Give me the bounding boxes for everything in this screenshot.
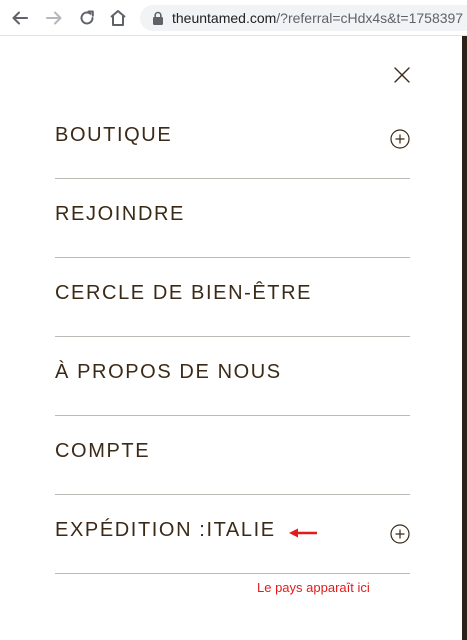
reload-button[interactable]	[76, 7, 98, 29]
lock-icon	[153, 11, 163, 25]
menu-item-compte[interactable]: COMPTE	[55, 416, 410, 495]
plus-circle-icon[interactable]	[390, 524, 410, 544]
menu-item-expedition[interactable]: EXPÉDITION :ITALIE	[55, 495, 410, 574]
url-text: theuntamed.com/?referral=cHdx4s&t=175839…	[172, 10, 463, 26]
home-button[interactable]	[107, 7, 129, 29]
background-page-edge	[462, 36, 467, 640]
menu-item-label: EXPÉDITION :ITALIE	[55, 519, 276, 541]
menu-item-label: CERCLE DE BIEN-ÊTRE	[55, 282, 313, 304]
menu-item-boutique[interactable]: BOUTIQUE	[55, 100, 410, 179]
menu-item-label: BOUTIQUE	[55, 124, 173, 146]
url-path: /?referral=cHdx4s&t=1758397	[276, 10, 464, 26]
close-menu-button[interactable]	[392, 65, 412, 85]
reload-icon	[80, 10, 94, 25]
red-arrow-icon	[289, 528, 317, 538]
close-icon	[394, 67, 410, 83]
menu-item-label: REJOINDRE	[55, 203, 185, 225]
arrow-left-icon	[12, 11, 28, 25]
address-bar[interactable]: theuntamed.com/?referral=cHdx4s&t=175839…	[140, 5, 467, 31]
browser-toolbar: theuntamed.com/?referral=cHdx4s&t=175839…	[0, 0, 467, 36]
forward-button[interactable]	[43, 7, 65, 29]
menu-item-rejoindre[interactable]: REJOINDRE	[55, 179, 410, 258]
home-icon	[110, 10, 126, 26]
menu-item-cercle-de-bien-etre[interactable]: CERCLE DE BIEN-ÊTRE	[55, 258, 410, 337]
menu-item-label: À PROPOS DE NOUS	[55, 361, 282, 383]
url-domain: theuntamed.com	[172, 10, 277, 26]
annotation-note: Le pays apparaît ici	[257, 580, 370, 595]
plus-circle-icon[interactable]	[390, 129, 410, 149]
back-button[interactable]	[9, 7, 31, 29]
arrow-right-icon	[46, 11, 62, 25]
menu-item-label: COMPTE	[55, 440, 151, 462]
menu-item-a-propos-de-nous[interactable]: À PROPOS DE NOUS	[55, 337, 410, 416]
